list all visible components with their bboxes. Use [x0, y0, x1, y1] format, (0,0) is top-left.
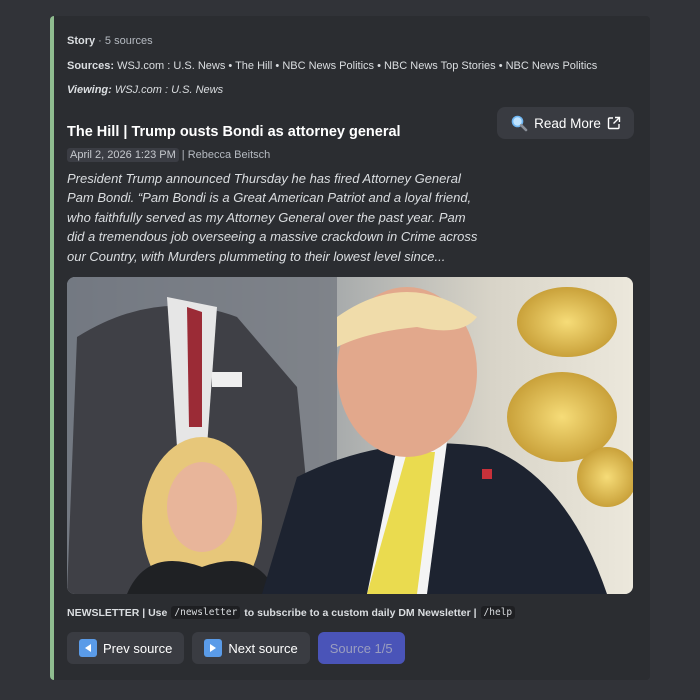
source-page-label: Source 1/5: [329, 640, 393, 656]
prev-source-button[interactable]: Prev source: [67, 632, 185, 664]
arrow-left-icon: [79, 639, 97, 657]
arrow-right-icon: [204, 639, 223, 657]
viewing-line: Viewing: WSJ.com : U.S. News: [67, 84, 223, 96]
next-source-button[interactable]: Next source: [192, 632, 310, 664]
external-link-icon: [607, 116, 621, 130]
article-date: April 2, 2026 1:23 PM: [67, 148, 179, 162]
sources-list: WSJ.com : U.S. News • The Hill • NBC New…: [117, 60, 598, 72]
article-description: President Trump announced Thursday he ha…: [67, 171, 478, 264]
newsletter-footer: NEWSLETTER | Use /newsletter to subscrib…: [67, 606, 516, 619]
sources-label: Sources:: [67, 60, 115, 72]
article-photo: [67, 277, 633, 594]
article-title[interactable]: The Hill | Trump ousts Bondi as attorney…: [67, 124, 401, 140]
article-author: | Rebecca Beitsch: [181, 149, 271, 161]
help-command: /help: [480, 606, 516, 619]
footer-middle: to subscribe to a custom daily DM Newsle…: [244, 606, 477, 619]
article-dateline: April 2, 2026 1:23 PM | Rebecca Beitsch: [67, 148, 270, 162]
read-more-label: Read More: [534, 115, 601, 131]
article-image[interactable]: [67, 277, 633, 594]
story-label: Story: [67, 35, 96, 47]
story-count: 5 sources: [104, 35, 153, 47]
prev-source-label: Prev source: [103, 640, 173, 656]
source-page-button[interactable]: Source 1/5: [317, 632, 405, 664]
read-more-button[interactable]: Read More: [497, 107, 634, 139]
newsletter-command: /newsletter: [171, 606, 241, 619]
magnifier-icon: [510, 114, 528, 132]
sources-line: Sources: WSJ.com : U.S. News • The Hill …: [67, 60, 597, 72]
story-separator: ·: [95, 35, 105, 47]
viewing-label: Viewing:: [67, 84, 112, 96]
footer-prefix: NEWSLETTER | Use: [67, 606, 168, 619]
next-source-label: Next source: [228, 640, 298, 656]
viewing-value: WSJ.com : U.S. News: [114, 84, 224, 96]
story-line: Story · 5 sources: [67, 35, 153, 47]
navigation-buttons: Prev source Next source Source 1/5: [67, 632, 405, 664]
news-embed: Story · 5 sources Sources: WSJ.com : U.S…: [50, 16, 650, 680]
